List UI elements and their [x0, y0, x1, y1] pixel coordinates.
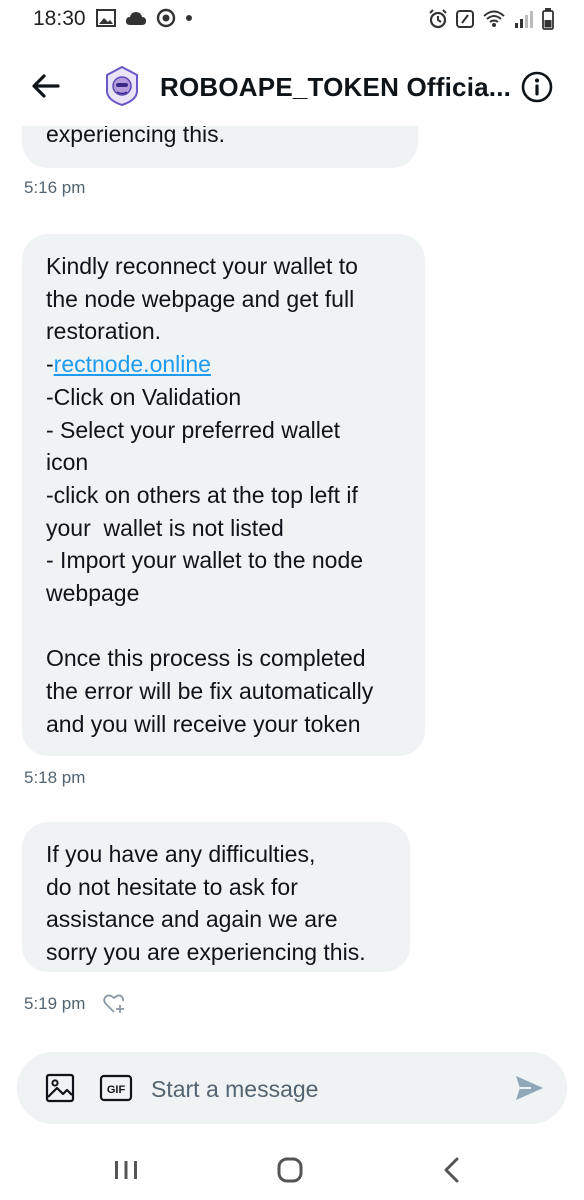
- message-line: -click on others at the top left if: [46, 481, 358, 508]
- status-bar: 18:30: [0, 0, 584, 40]
- recent-apps-icon[interactable]: [106, 1150, 146, 1190]
- message-line: assistance and again we are: [46, 906, 338, 933]
- message-link[interactable]: rectnode.online: [54, 351, 211, 377]
- message-line: - Import your wallet to the node: [46, 547, 364, 574]
- system-nav-bar: [0, 1140, 584, 1200]
- nfc-icon: [456, 10, 474, 28]
- alarm-icon: [429, 9, 447, 29]
- message-timestamp: 5:19 pm: [24, 994, 86, 1013]
- message-line: [46, 610, 401, 643]
- message-line: sorry you are experiencing this.: [46, 939, 366, 966]
- message-line: -Click on Validation: [46, 383, 242, 410]
- message-line: If you have any difficulties,: [46, 841, 316, 867]
- react-heart-icon[interactable]: [102, 992, 126, 1016]
- home-icon[interactable]: [270, 1150, 310, 1190]
- message-line: your wallet is not listed: [46, 514, 284, 541]
- message-bubble: Kindly reconnect your wallet to the node…: [22, 234, 425, 756]
- message-composer: GIF: [17, 1052, 567, 1124]
- message-timestamp: 5:16 pm: [24, 178, 86, 197]
- dot-icon: [186, 15, 192, 21]
- info-icon[interactable]: [520, 70, 554, 104]
- message-line: experiencing this.: [46, 126, 225, 147]
- message-timestamp: 5:18 pm: [24, 768, 86, 787]
- avatar[interactable]: [100, 64, 144, 108]
- battery-icon: [542, 8, 554, 30]
- gallery-icon: [96, 9, 116, 27]
- status-time: 18:30: [33, 7, 86, 30]
- message-line: webpage: [46, 580, 140, 607]
- message-line: do not hesitate to ask for: [46, 873, 298, 900]
- message-line: the node webpage and get full: [46, 285, 355, 312]
- message-line: icon: [46, 449, 89, 476]
- conversation-title[interactable]: ROBOAPE_TOKEN Officia...: [160, 72, 520, 103]
- cloud-icon: [126, 12, 146, 25]
- status-left-icons: [96, 8, 193, 28]
- message-bubble: If you have any difficulties, do not hes…: [22, 822, 410, 972]
- gif-icon[interactable]: GIF: [99, 1074, 133, 1102]
- back-arrow-icon[interactable]: [28, 68, 64, 104]
- gif-label: GIF: [107, 1084, 126, 1096]
- send-icon[interactable]: [513, 1072, 545, 1104]
- media-icon[interactable]: [45, 1073, 75, 1103]
- status-right-icons: [428, 8, 554, 30]
- message-feed[interactable]: experiencing this. 5:16 pm Kindly reconn…: [0, 126, 584, 1046]
- message-bubble: experiencing this.: [22, 126, 418, 168]
- message-input[interactable]: [149, 1070, 493, 1108]
- link-prefix: -: [46, 351, 54, 378]
- message-line: and you will receive your token: [46, 710, 361, 737]
- message-line: restoration.: [46, 318, 162, 345]
- signal-icon: [515, 11, 533, 28]
- message-line: the error will be fix automatically: [46, 678, 374, 705]
- message-line: Kindly reconnect your wallet to: [46, 253, 358, 279]
- chrome-icon: [156, 8, 176, 28]
- message-line: - Select your preferred wallet: [46, 416, 341, 443]
- message-line: Once this process is completed: [46, 645, 366, 672]
- wifi-icon: [483, 10, 505, 27]
- back-nav-icon[interactable]: [432, 1150, 472, 1190]
- message-line-link: -rectnode.online: [46, 348, 401, 381]
- conversation-header: ROBOAPE_TOKEN Officia...: [0, 50, 584, 126]
